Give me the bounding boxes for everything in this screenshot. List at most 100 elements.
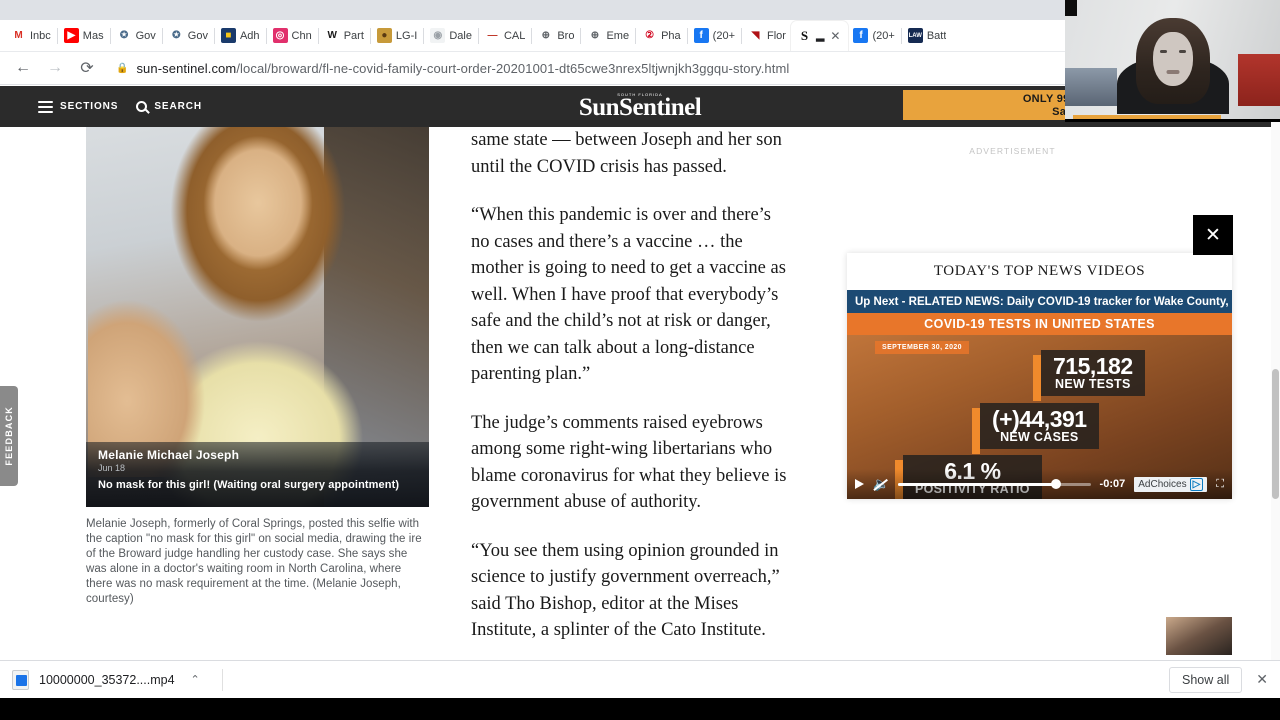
adchoices-badge[interactable]: AdChoices ▷ xyxy=(1134,476,1208,492)
reload-icon[interactable]: ⟳ xyxy=(74,55,100,81)
bookmark-label: CAL xyxy=(503,29,526,42)
divider xyxy=(161,27,163,44)
bookmark-favicon-icon: ▶ xyxy=(63,28,79,43)
bookmark--20-[interactable]: f (20+ xyxy=(848,24,899,48)
bookmark-batt[interactable]: LAW Batt xyxy=(903,24,952,48)
subscribe-button[interactable]: ONLY 99¢ Sale xyxy=(903,90,1088,120)
divider xyxy=(265,27,267,44)
fullscreen-icon[interactable]: ⛶ xyxy=(1216,478,1224,491)
video-banner-title: COVID-19 TESTS IN UNITED STATES xyxy=(847,313,1232,335)
download-filename: 10000000_35372....mp4 xyxy=(39,672,175,687)
news-item-thumbnail xyxy=(1166,617,1232,655)
bookmark-chn[interactable]: ◎ Chn xyxy=(268,24,317,48)
bookmark-pha[interactable]: ② Pha xyxy=(637,24,686,48)
video-progress-bar[interactable] xyxy=(898,479,1091,489)
webcam-dark-corner xyxy=(1065,0,1077,16)
bookmark-label: Inbc xyxy=(30,29,51,42)
download-item[interactable]: 10000000_35372....mp4 ⌃ xyxy=(12,669,206,690)
back-icon[interactable]: ← xyxy=(10,55,36,81)
video-up-next-bar: Up Next - RELATED NEWS: Daily COVID-19 t… xyxy=(847,290,1232,313)
divider xyxy=(686,27,688,44)
bookmark-label: Gov xyxy=(135,29,156,42)
bookmark-favicon-icon: ② xyxy=(642,28,658,43)
bookmark-gov[interactable]: ✪ Gov xyxy=(112,24,161,48)
photo-credit-caption: Melanie Joseph, formerly of Coral Spring… xyxy=(86,518,422,605)
bookmark-mas[interactable]: ▶ Mas xyxy=(59,24,109,48)
adchoices-label: AdChoices xyxy=(1138,478,1187,490)
mute-icon[interactable]: 🔈 xyxy=(873,476,889,492)
video-controls[interactable]: 🔈 -0:07 AdChoices ▷ ⛶ xyxy=(847,469,1232,499)
bookmark-label: Batt xyxy=(926,29,947,42)
show-all-downloads-button[interactable]: Show all xyxy=(1169,666,1243,693)
stat-tests-label: NEW TESTS xyxy=(1055,377,1131,392)
bookmark-bro[interactable]: ⊕ Bro xyxy=(533,24,579,48)
subscribe-line2: Sale xyxy=(903,106,1076,119)
article-paragraph: “When this pandemic is over and there’s … xyxy=(471,205,786,384)
webcam-eye xyxy=(1159,50,1167,53)
photo-overlay-caption: Melanie Michael Joseph Jun 18 No mask fo… xyxy=(86,442,429,507)
close-ad-button[interactable]: ✕ xyxy=(1193,215,1233,255)
forward-icon[interactable]: → xyxy=(42,55,68,81)
webcam-eye xyxy=(1178,50,1186,53)
bookmark--20-[interactable]: f (20+ xyxy=(689,24,740,48)
bookmark-label: (20+ xyxy=(712,29,735,42)
bookmark-favicon-icon: LAW xyxy=(907,28,923,43)
webcam-overlay[interactable] xyxy=(1065,0,1280,122)
bottom-black-strip xyxy=(0,698,1280,720)
divider xyxy=(109,27,111,44)
adchoices-icon: ▷ xyxy=(1189,477,1204,491)
divider xyxy=(900,27,902,44)
url-text: sun-sentinel.com/local/broward/fl-ne-cov… xyxy=(136,61,789,76)
bookmark-label: (20+ xyxy=(872,29,895,42)
bookmark-label: Flor xyxy=(767,29,786,42)
video-accent-bar xyxy=(972,408,980,454)
bookmark-flor[interactable]: ◥ Flor xyxy=(743,24,791,48)
video-date-stamp: SEPTEMBER 30, 2020 xyxy=(875,341,969,354)
bookmark-label: Adh xyxy=(239,29,260,42)
progress-knob[interactable] xyxy=(1050,479,1061,489)
bookmark-lg-i[interactable]: ● LG-I xyxy=(372,24,422,48)
bookmark-adh[interactable]: ■ Adh xyxy=(216,24,265,48)
page-scrollbar[interactable] xyxy=(1271,86,1280,660)
bookmark-favicon-icon: f xyxy=(853,28,869,43)
video-widget: TODAY'S TOP NEWS VIDEOS Up Next - RELATE… xyxy=(847,253,1232,499)
bookmark-favicon-icon: ◎ xyxy=(272,28,288,43)
divider xyxy=(369,27,371,44)
bookmark-cal[interactable]: — CAL xyxy=(480,24,530,48)
browser-window: M Inbc ▶ Mas ✪ Gov ✪ Gov ■ Adh ◎ Chn W Part ● LG-I ◉ Dale… xyxy=(0,0,1280,720)
divider xyxy=(580,27,582,44)
page-viewport: SECTIONS SEARCH SOUTH FLORIDA SunSentine… xyxy=(0,86,1280,660)
close-icon[interactable]: ✕ xyxy=(828,29,842,43)
video-time-remaining: -0:07 xyxy=(1099,478,1126,490)
bookmark-dale[interactable]: ◉ Dale xyxy=(425,24,477,48)
active-browser-tab[interactable]: S ▂ ✕ xyxy=(790,20,849,51)
bookmark-label: Bro xyxy=(557,29,575,42)
article-paragraph: “You see them using opinion grounded in … xyxy=(471,540,780,641)
close-shelf-icon[interactable]: ✕ xyxy=(1256,671,1268,688)
play-icon[interactable] xyxy=(855,479,864,489)
bookmark-part[interactable]: W Part xyxy=(320,24,369,48)
webcam-person-face xyxy=(1152,32,1193,86)
bookmark-label: Mas xyxy=(82,29,104,42)
bookmark-label: Eme xyxy=(606,29,630,42)
video-player[interactable]: COVID-19 TESTS IN UNITED STATES SEPTEMBE… xyxy=(847,313,1232,499)
bookmark-gov[interactable]: ✪ Gov xyxy=(164,24,213,48)
article-paragraph: The judge’s comments raised eyebrows amo… xyxy=(471,412,787,513)
bookmark-favicon-icon: ■ xyxy=(220,28,236,43)
subscribe-line1: ONLY 99¢ xyxy=(1022,93,1076,105)
scrollbar-thumb[interactable] xyxy=(1272,369,1279,499)
bookmark-favicon-icon: ✪ xyxy=(116,28,132,43)
bookmark-label: Gov xyxy=(187,29,208,42)
overlay-date: Jun 18 xyxy=(98,463,126,473)
article-body: Melanie Michael Joseph Jun 18 No mask fo… xyxy=(0,127,1280,660)
divider xyxy=(221,668,223,691)
overlay-name: Melanie Michael Joseph xyxy=(98,448,240,462)
chevron-up-icon[interactable]: ⌃ xyxy=(185,673,206,686)
bookmark-favicon-icon: ◥ xyxy=(748,28,763,43)
divider xyxy=(531,27,533,44)
bookmark-eme[interactable]: ⊕ Eme xyxy=(582,24,634,48)
bookmark-inbc[interactable]: M Inbc xyxy=(6,24,56,48)
bookmark-label: LG-I xyxy=(395,29,418,42)
sun-sentinel-favicon: S xyxy=(796,28,812,43)
news-list-item[interactable] xyxy=(847,617,1232,655)
